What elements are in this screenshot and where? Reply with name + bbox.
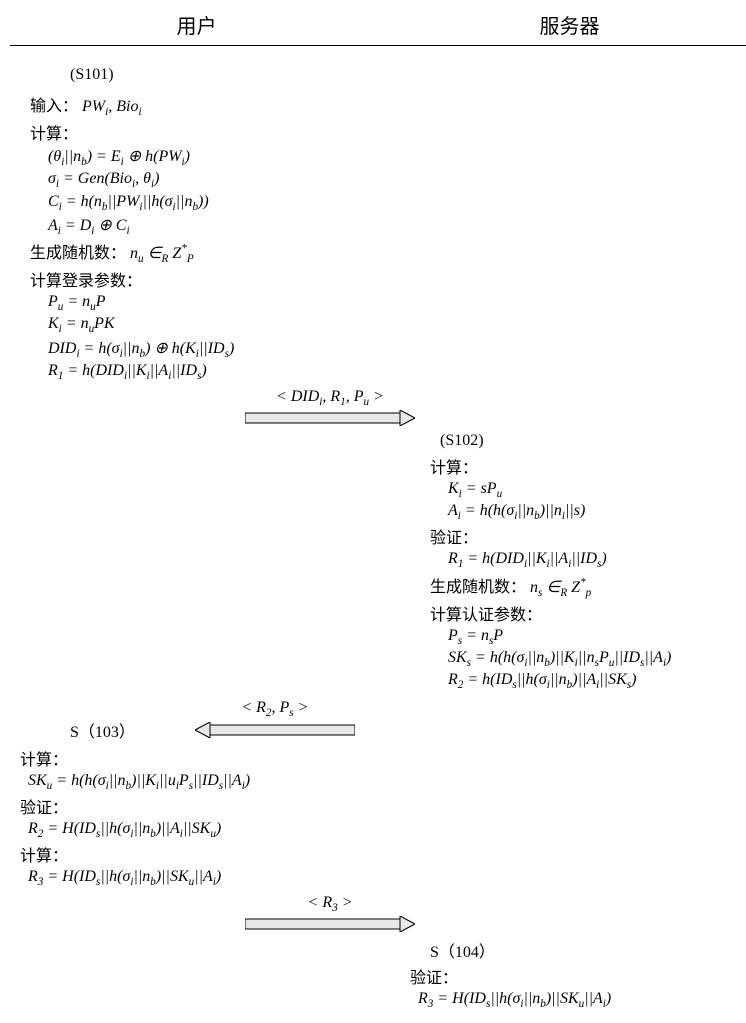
arrow-3: < R3 > xyxy=(240,894,420,932)
arrow-2-label: < R2, Ps > xyxy=(241,699,308,719)
s102-a3: R2 = h(IDs||h(σi||nb)||Ai||SKs) xyxy=(448,671,746,691)
s102-v1: R1 = h(DIDi||Ki||Ai||IDs) xyxy=(448,550,746,570)
s103-calc-label: 计算： xyxy=(20,746,456,770)
s102-a2: SKs = h(h(σi||nb)||Ki||nsPu||IDs||Ai) xyxy=(448,649,746,669)
rand-label: 生成随机数： xyxy=(30,245,126,262)
s102-calc-label: 计算： xyxy=(430,454,746,478)
s102-block: 计算： Ki = sPu Ai = h(h(σi||nb)||ni||s) 验证… xyxy=(430,454,746,691)
s103-calc-label2: 计算： xyxy=(20,842,456,866)
login-label: 计算登录参数： xyxy=(30,267,456,291)
s101-eq2: σi = Gen(Bioi, θi) xyxy=(48,170,456,190)
header-server: 服务器 xyxy=(383,10,746,39)
s103-c2: R3 = H(IDs||h(σi||nb)||SKu||Ai) xyxy=(28,868,456,888)
arrow-1: < DIDi, R1, Pu > xyxy=(240,388,420,426)
s102-a1: Ps = nsP xyxy=(448,627,746,647)
step-s101-label: (S101) xyxy=(70,66,746,84)
s103-verify-label: 验证： xyxy=(20,794,456,818)
input-line: 输入： PWi, Bioi xyxy=(30,92,456,118)
s101-l4: R1 = h(DIDi||Ki||Ai||IDs) xyxy=(48,362,456,382)
s101-l1: Pu = nuP xyxy=(48,293,456,313)
s101-eq3: Ci = h(nb||PWi||h(σi||nb)) xyxy=(48,193,456,213)
s104-v1: R3 = H(IDs||h(σi||nb)||SKu||Ai) xyxy=(418,990,746,1010)
s104-block: 验证： R3 = H(IDs||h(σi||nb)||SKu||Ai) xyxy=(410,964,746,1010)
arrow-right-icon xyxy=(245,916,415,932)
step-s102-label: (S102) xyxy=(440,432,746,450)
header-row: 用户 服务器 xyxy=(10,10,746,46)
s101-rand-line: 生成随机数： nu ∈R Z*P xyxy=(30,239,456,265)
s102-auth-label: 计算认证参数： xyxy=(430,601,746,625)
step-s104-label: S（104） xyxy=(430,938,746,962)
arrow-right-icon xyxy=(245,410,415,426)
s101-l2: Ki = nuPK xyxy=(48,315,456,335)
s102-rand-label: 生成随机数： xyxy=(430,579,526,596)
arrow-2: < R2, Ps > xyxy=(195,699,355,737)
s101-eq4: Ai = Di ⊕ Ci xyxy=(48,215,456,237)
arrow-1-label: < DIDi, R1, Pu > xyxy=(276,388,384,408)
s102-verify-label: 验证： xyxy=(430,524,746,548)
header-user: 用户 xyxy=(10,10,383,39)
s101-l3: DIDi = h(σi||nb) ⊕ h(Ki||IDs) xyxy=(48,338,456,360)
s101-eq1: (θi||nb) = Ei ⊕ h(PWi) xyxy=(48,146,456,168)
s103-c1: SKu = h(h(σi||nb)||Ki||uiPs||IDs||Ai) xyxy=(28,772,456,792)
input-label: 输入： xyxy=(30,98,78,115)
step-s103-label: S（103） xyxy=(70,718,135,742)
s104-verify-label: 验证： xyxy=(410,964,746,988)
s103-block: 计算： SKu = h(h(σi||nb)||Ki||uiPs||IDs||Ai… xyxy=(20,746,456,889)
arrow-left-icon xyxy=(195,722,355,738)
s101-block: 输入： PWi, Bioi 计算： (θi||nb) = Ei ⊕ h(PWi)… xyxy=(30,92,456,382)
s102-c2: Ai = h(h(σi||nb)||ni||s) xyxy=(448,502,746,522)
arrow-3-label: < R3 > xyxy=(308,894,353,914)
s102-c1: Ki = sPu xyxy=(448,480,746,500)
calc-label: 计算： xyxy=(30,120,456,144)
s103-v1: R2 = H(IDs||h(σi||nb)||Ai||SKu) xyxy=(28,820,456,840)
s102-rand-line: 生成随机数： ns ∈R Z*p xyxy=(430,573,746,599)
